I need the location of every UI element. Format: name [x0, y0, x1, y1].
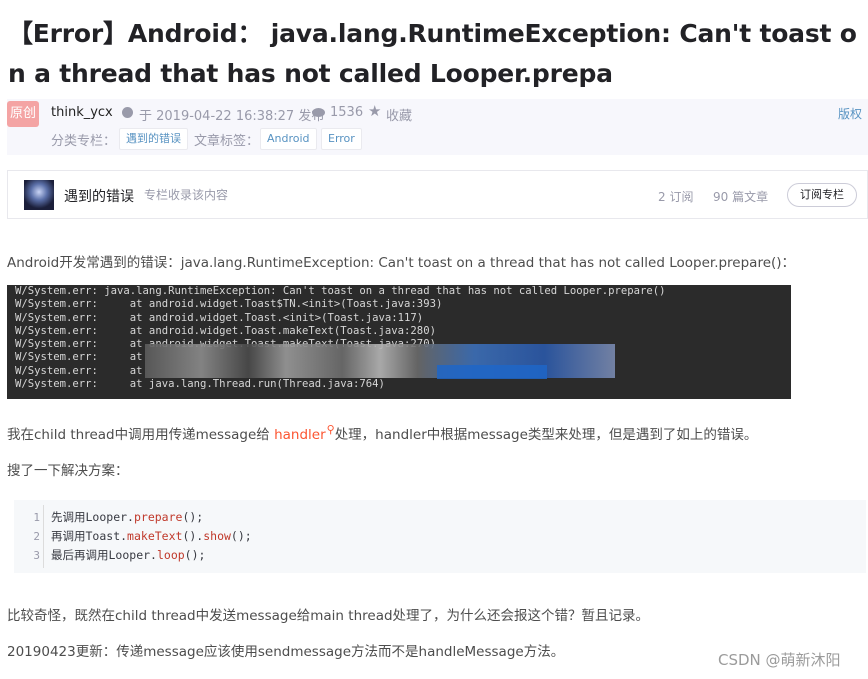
line-number: 2 — [33, 530, 40, 543]
tag-android[interactable]: Android — [260, 128, 317, 150]
tags-label: 文章标签： — [194, 134, 260, 149]
log-line: W/System.err: at java.lang.Thread.run(Th… — [15, 378, 385, 391]
line-number: 1 — [33, 511, 40, 524]
article-title: 【Error】Android： java.lang.RuntimeExcepti… — [8, 19, 857, 88]
log-line: W/System.err: java.lang.RuntimeException… — [15, 285, 666, 297]
category-tag[interactable]: 遇到的错误 — [119, 128, 188, 150]
paragraph-solution-intro: 搜了一下解决方案： — [7, 463, 129, 479]
paragraph-text: 处理，handler中根据message类型来处理，但是遇到了如上的错误。 — [334, 427, 758, 443]
tag-error[interactable]: Error — [321, 128, 362, 150]
paragraph-description: 我在child thread中调用用传递message给 handler⚲处理，… — [7, 423, 757, 443]
author-link[interactable]: think_ycx — [51, 105, 113, 120]
search-icon[interactable]: ⚲ — [327, 423, 335, 436]
column-subscriptions: 2 订阅 — [658, 190, 694, 204]
article-meta: 原创 think_ycx 于 2019-04-22 16:38:27 发布 15… — [7, 99, 868, 155]
view-count: 1536 — [330, 105, 364, 120]
column-card: 遇到的错误 专栏收录该内容 2 订阅 90 篇文章 订阅专栏 — [7, 170, 868, 219]
code-block: 1 先调用Looper.prepare(); 2 再调用Toast.makeTe… — [14, 500, 866, 573]
code-line: 1 先调用Looper.prepare(); — [14, 508, 866, 527]
column-subtitle: 专栏收录该内容 — [144, 188, 229, 202]
paragraph-text: 我在child thread中调用用传递message给 — [7, 427, 275, 443]
redacted-region — [437, 365, 547, 379]
log-line: W/System.err: at android.widget.Toast.<i… — [15, 311, 424, 324]
log-line: W/System.err: at android.widget.Toast.ma… — [15, 324, 436, 337]
paragraph-update: 20190423更新：传递message应该使用sendmessage方法而不是… — [7, 644, 565, 660]
column-avatar[interactable] — [24, 180, 54, 210]
copyright-link[interactable]: 版权 — [838, 105, 862, 122]
original-badge: 原创 — [7, 101, 39, 127]
csdn-watermark: CSDN @萌新沐阳 — [718, 651, 841, 669]
clock-icon — [122, 107, 133, 118]
eye-icon — [312, 108, 325, 117]
column-title[interactable]: 遇到的错误 — [64, 186, 134, 206]
paragraph-intro: Android开发常遇到的错误：java.lang.RuntimeExcepti… — [7, 255, 796, 271]
star-icon[interactable]: ★ — [368, 102, 381, 120]
paragraph-note: 比较奇怪，既然在child thread中发送message给main thre… — [7, 608, 650, 624]
code-line: 3 最后再调用Looper.loop(); — [14, 546, 866, 565]
publish-time: 于 2019-04-22 16:38:27 发布 — [139, 109, 325, 124]
code-text: 最后再调用Looper.loop(); — [51, 548, 206, 562]
category-label: 分类专栏： — [51, 134, 117, 149]
code-text: 再调用Toast.makeText().show(); — [51, 529, 252, 543]
code-line: 2 再调用Toast.makeText().show(); — [14, 527, 866, 546]
error-log-screenshot: W/System.err: java.lang.RuntimeException… — [7, 285, 791, 399]
column-article-count: 90 篇文章 — [713, 190, 769, 204]
handler-link[interactable]: handler — [274, 427, 326, 443]
code-text: 先调用Looper.prepare(); — [51, 510, 204, 524]
line-number: 3 — [33, 549, 40, 562]
log-line: W/System.err: at android.widget.Toast$TN… — [15, 298, 443, 311]
subscribe-column-button[interactable]: 订阅专栏 — [787, 183, 857, 207]
favorite-button[interactable]: 收藏 — [386, 105, 412, 124]
